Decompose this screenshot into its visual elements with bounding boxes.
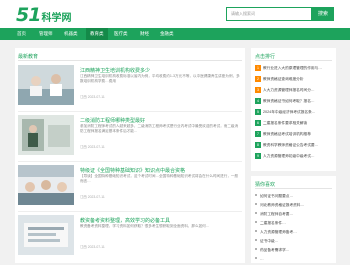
hot-list-item[interactable]: 3 人大力资源管理师报名时间分… <box>255 86 335 94</box>
rec-list-item[interactable]: 药品备考需求学… <box>255 246 335 254</box>
rank-badge: 9 <box>255 153 261 159</box>
hot-list-item[interactable]: 5 2024年中级经济师考试报名条… <box>255 108 335 116</box>
main-content: 最新教育 江西精神卫生培训机构收费多少 江西精神卫生培训机构收费标准以省内为例，… <box>15 48 245 263</box>
hot-list-item[interactable]: 4 教师资格证书如何考取？报名… <box>255 97 335 105</box>
hot-list-item[interactable]: 8 教资科学教师资格证公告考试要… <box>255 141 335 149</box>
rank-badge: 1 <box>255 65 261 71</box>
rec-list-item[interactable]: 消防工程师自考要… <box>255 210 335 218</box>
sidebar-divider <box>255 60 332 61</box>
article-date: 江西 2023-07-11 <box>80 145 105 149</box>
nav-item-medical[interactable]: 医疗类 <box>114 28 128 40</box>
article-item[interactable]: 二级消防工程师哪种类型最好 参加消防工程师考试的人越来越多，二级消防工程师考试是… <box>18 115 242 165</box>
article-thumbnail[interactable] <box>18 115 74 155</box>
sidebar-hot: 点击排行 1 教行业进入大的原理管理的作用与… 2 教师资格证查询难度分析 3 人大力… <box>251 48 336 171</box>
article-title[interactable]: 教资备考资料整理，高效学习的必备工具 <box>80 217 170 224</box>
article-thumbnail[interactable] <box>18 65 74 105</box>
nav-item-banking[interactable]: 金融类 <box>160 28 174 40</box>
bullet-icon <box>255 221 257 223</box>
search-input[interactable]: 请输入搜索词 <box>226 7 312 21</box>
rec-list-item[interactable]: 证书中级… <box>255 237 335 245</box>
rank-badge: 5 <box>255 109 261 115</box>
bullet-icon <box>255 194 257 196</box>
nav-item-machine[interactable]: 机器类 <box>64 28 78 40</box>
article-divider <box>18 111 242 112</box>
article-title[interactable]: 特级证《全国特种基础知识》知识点中最合资格 <box>80 167 185 174</box>
rec-list-item[interactable]: 二建报名条件… <box>255 219 335 227</box>
rank-badge: 8 <box>255 142 261 148</box>
article-thumbnail[interactable] <box>18 215 74 255</box>
main-nav: 首页 管理师 机器类 教育类 医疗类 财经 金融类 <box>0 28 350 40</box>
article-date: 江西 2023-07-11 <box>80 195 105 199</box>
hot-list-item[interactable]: 2 教师资格证查询难度分析 <box>255 75 335 83</box>
bullet-icon <box>255 212 257 214</box>
hot-list-item[interactable]: 9 人力资源管理师初级中级考试… <box>255 152 335 160</box>
rank-badge: 4 <box>255 98 261 104</box>
article-date: 江西 2023-07-11 <box>80 95 105 99</box>
bullet-icon <box>255 239 257 241</box>
article-item[interactable]: 江西精神卫生培训机构收费多少 江西精神卫生培训机构收费标准以省内为例，平均收费约… <box>18 65 242 115</box>
article-title[interactable]: 江西精神卫生培训机构收费多少 <box>80 67 150 74</box>
article-divider <box>18 161 242 162</box>
article-item[interactable]: 特级证《全国特种基础知识》知识点中最合资格 【导读】全国特种基础知识考试，这个考… <box>18 165 242 215</box>
logo-number: 51 <box>16 4 41 26</box>
article-divider <box>18 211 242 212</box>
sidebar-recommend: 猜你喜欢 如何证书问题要点… 河北教师资格证报考资料… 消防工程师自考要… 二建… <box>251 176 336 263</box>
article-thumbnail[interactable] <box>18 165 74 205</box>
rank-badge: 2 <box>255 76 261 82</box>
hot-list-item[interactable]: 6 二建报名条件要求相关解读 <box>255 119 335 127</box>
bullet-icon <box>255 257 257 259</box>
article-desc: 江西精神卫生培训机构收费标准以省内为例，平均收费约1-3万元不等，以中医健康养生… <box>80 74 240 83</box>
rec-list-item[interactable]: 河北教师资格证报考资料… <box>255 201 335 209</box>
rank-badge: 6 <box>255 120 261 126</box>
nav-item-education[interactable]: 教育类 <box>86 28 108 40</box>
rank-badge: 3 <box>255 87 261 93</box>
article-title[interactable]: 二级消防工程师哪种类型最好 <box>80 117 145 124</box>
hot-list-item[interactable]: 1 教行业进入大的原理管理的作用与… <box>255 64 335 72</box>
logo-text: 科学网 <box>41 13 72 24</box>
rec-list-item[interactable]: … <box>255 255 335 263</box>
hot-list-item[interactable]: 7 教师资格证考试培训机构推荐 <box>255 130 335 138</box>
article-desc: 参加消防工程师考试的人越来越多，二级消防工程师考试是行业内考试中最受欢迎的考试，… <box>80 124 239 133</box>
search-button[interactable]: 搜索 <box>312 7 334 21</box>
sidebar-hot-title: 点击排行 <box>255 54 276 60</box>
bullet-icon <box>255 203 257 205</box>
nav-item-manager[interactable]: 管理师 <box>39 28 53 40</box>
bullet-icon <box>255 248 257 250</box>
article-date: 江西 2023-07-11 <box>80 245 105 249</box>
section-divider <box>18 60 242 61</box>
section-title: 最新教育 <box>18 54 39 60</box>
bullet-icon <box>255 230 257 232</box>
article-desc: 【导读】全国特种基础知识考试，这个考试时间…全国特种基础知识考试将会在什么时间进… <box>80 174 239 183</box>
rec-list-item[interactable]: 如何证书问题要点… <box>255 192 335 200</box>
article-desc: 教资备考资料整理，学习资料如何获取？很多考生想获取到全面资料，那么如何… <box>80 224 210 228</box>
site-logo[interactable]: 51 科学网 <box>16 3 71 25</box>
nav-item-home[interactable]: 首页 <box>17 28 26 40</box>
rec-list-item[interactable]: 人力资源管理师备考… <box>255 228 335 236</box>
top-bar: 51 科学网 请输入搜索词 搜索 <box>0 0 350 28</box>
rank-badge: 7 <box>255 131 261 137</box>
nav-item-finance[interactable]: 财经 <box>140 28 149 40</box>
sidebar-rec-title: 猜你喜欢 <box>255 182 276 188</box>
sidebar-divider <box>255 188 332 189</box>
article-item[interactable]: 教资备考资料整理，高效学习的必备工具 教资备考资料整理，学习资料如何获取？很多考… <box>18 215 242 265</box>
